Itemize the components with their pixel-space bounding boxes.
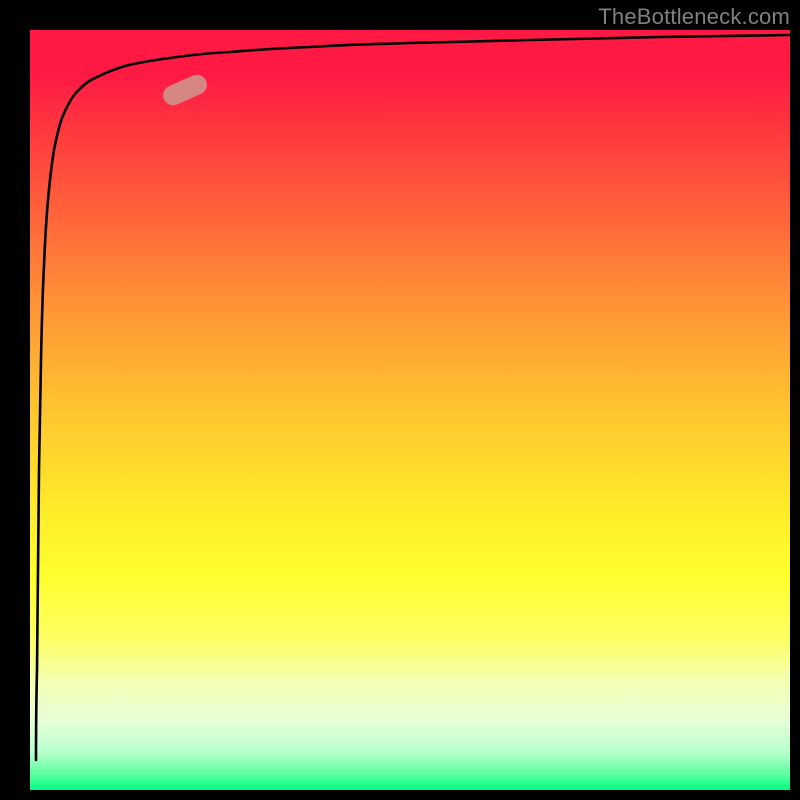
curve-path xyxy=(36,35,790,760)
curve-svg xyxy=(30,30,790,790)
chart-stage: TheBottleneck.com xyxy=(0,0,800,800)
plot-area xyxy=(30,30,790,790)
watermark-text: TheBottleneck.com xyxy=(598,4,790,30)
